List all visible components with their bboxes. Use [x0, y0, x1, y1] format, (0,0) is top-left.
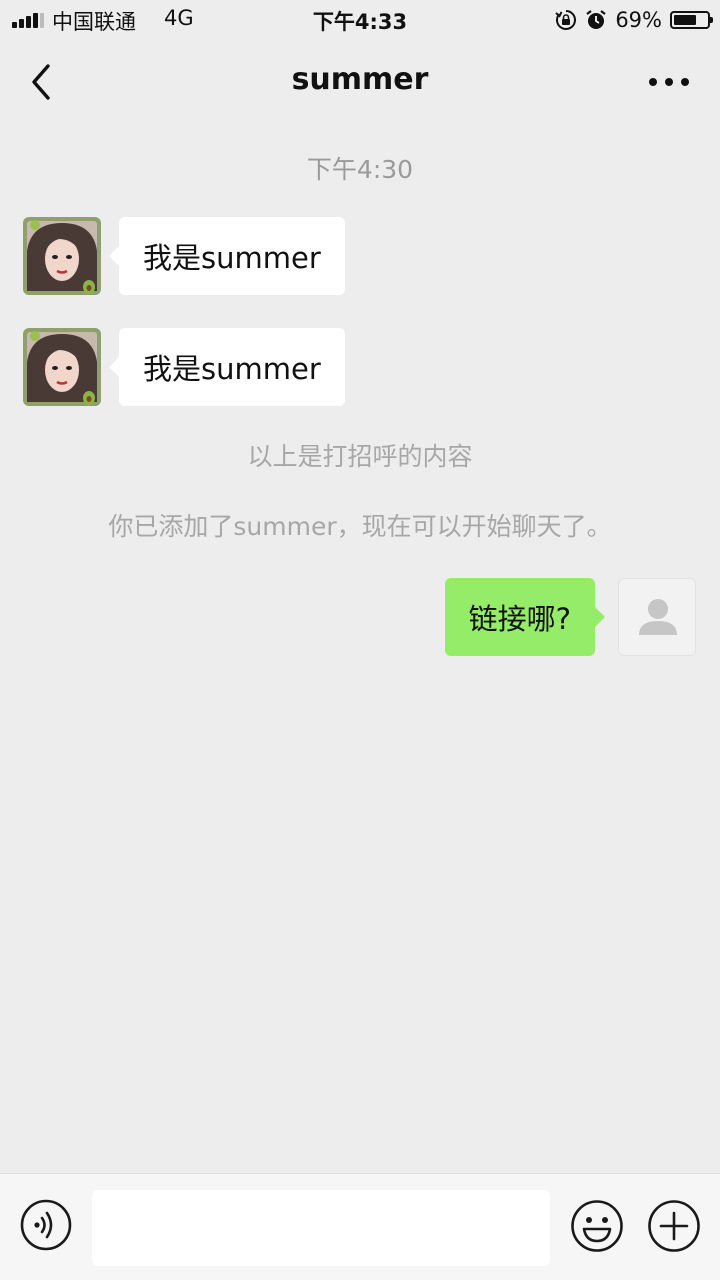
voice-button[interactable] [20, 1199, 72, 1251]
battery-icon [670, 11, 713, 29]
more-dots-icon [649, 78, 689, 86]
message-text: 我是summer [143, 241, 321, 275]
self-avatar[interactable] [618, 578, 696, 656]
incoming-message-bubble[interactable]: 我是summer [109, 328, 345, 406]
rotation-lock-icon [555, 9, 577, 31]
status-bar: 中国联通 4G 下午4:33 69% [0, 0, 720, 40]
plus-icon [648, 1200, 700, 1252]
emoji-button[interactable] [570, 1199, 624, 1253]
outgoing-message-bubble[interactable]: 链接哪? [444, 578, 606, 656]
system-note-greeting: 以上是打招呼的内容 [247, 442, 473, 471]
contact-avatar[interactable] [23, 217, 101, 295]
system-note-added: 你已添加了summer，现在可以开始聊天了。 [108, 512, 612, 541]
contact-avatar[interactable] [23, 328, 101, 406]
chat-title: summer [291, 62, 429, 97]
input-bar [0, 1173, 720, 1280]
message-text: 链接哪? [468, 602, 571, 636]
battery-percent: 69% [615, 8, 662, 32]
more-button[interactable] [644, 60, 694, 104]
chat-timestamp: 下午4:30 [306, 155, 414, 184]
more-functions-button[interactable] [647, 1199, 701, 1253]
emoji-icon [571, 1200, 623, 1252]
incoming-message-bubble[interactable]: 我是summer [109, 217, 345, 295]
message-text: 我是summer [143, 352, 321, 386]
default-user-icon [639, 599, 677, 635]
voice-icon [20, 1199, 72, 1251]
nav-bar: summer [0, 40, 720, 124]
message-input[interactable] [92, 1190, 550, 1266]
alarm-icon [585, 9, 607, 31]
